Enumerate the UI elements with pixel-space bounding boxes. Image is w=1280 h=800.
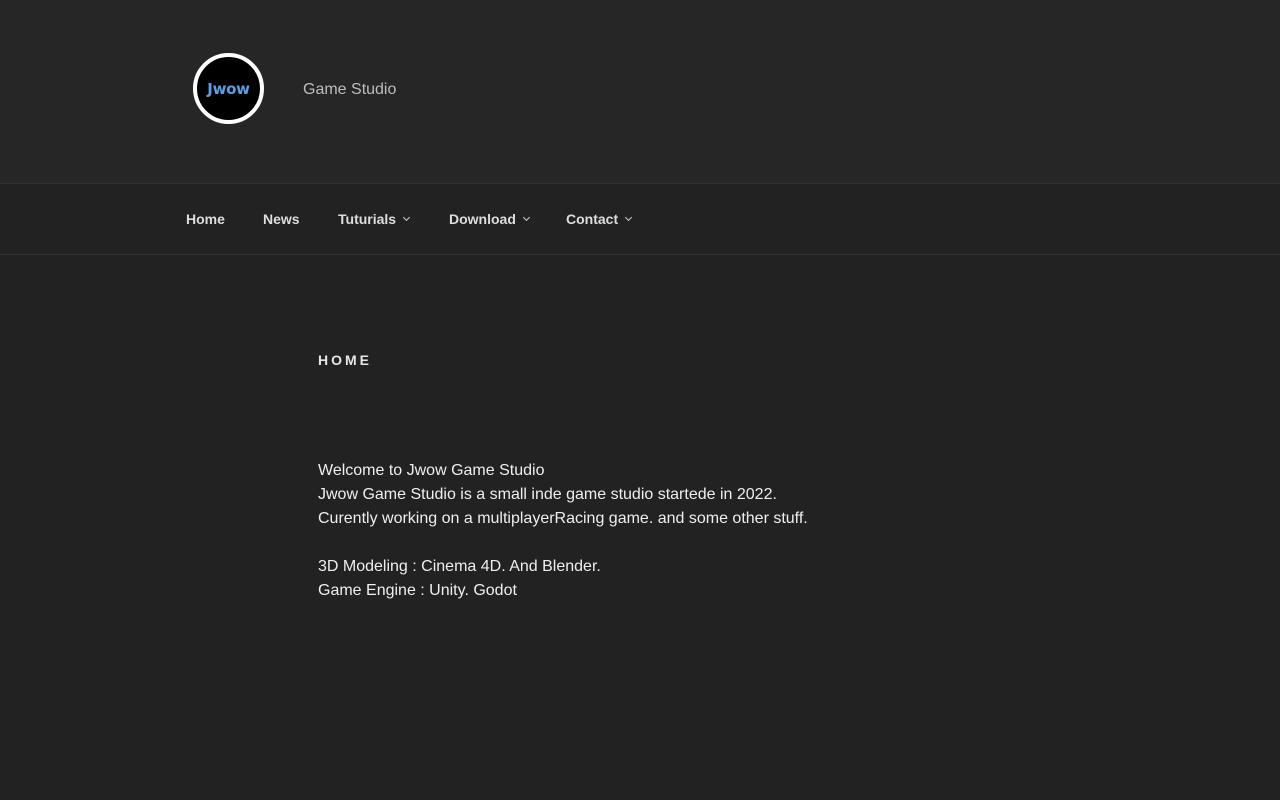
logo-text: Jwow [207,79,250,98]
nav-item-label: Tuturials [338,211,397,227]
nav-item-label: Home [186,211,225,227]
nav-item-label: News [263,211,300,227]
site-header: Jwow Game Studio [0,0,1280,184]
content-line: Curently working on a multiplayerRacing … [318,510,808,527]
main-navigation: Home News Tuturials Download Contact [0,184,1280,255]
nav-item-contact[interactable]: Contact [566,211,633,227]
nav-item-home[interactable]: Home [186,211,225,227]
nav-item-download[interactable]: Download [449,211,530,227]
page-content: Welcome to Jwow Game Studio Jwow Game St… [318,459,918,603]
nav-item-label: Download [449,211,516,227]
chevron-down-icon [522,213,530,222]
content-line: 3D Modeling : Cinema 4D. And Blender. [318,558,601,575]
chevron-down-icon [403,213,411,222]
nav-item-label: Contact [566,211,619,227]
nav-item-news[interactable]: News [263,211,300,227]
site-tagline: Game Studio [303,81,397,98]
site-logo[interactable]: Jwow [193,53,264,124]
page-title: HOME [318,352,372,368]
chevron-down-icon [625,213,633,222]
nav-item-tuturials[interactable]: Tuturials [338,211,411,227]
content-line: Jwow Game Studio is a small inde game st… [318,486,777,503]
content-line: Welcome to Jwow Game Studio [318,462,545,479]
content-line: Game Engine : Unity. Godot [318,582,517,599]
